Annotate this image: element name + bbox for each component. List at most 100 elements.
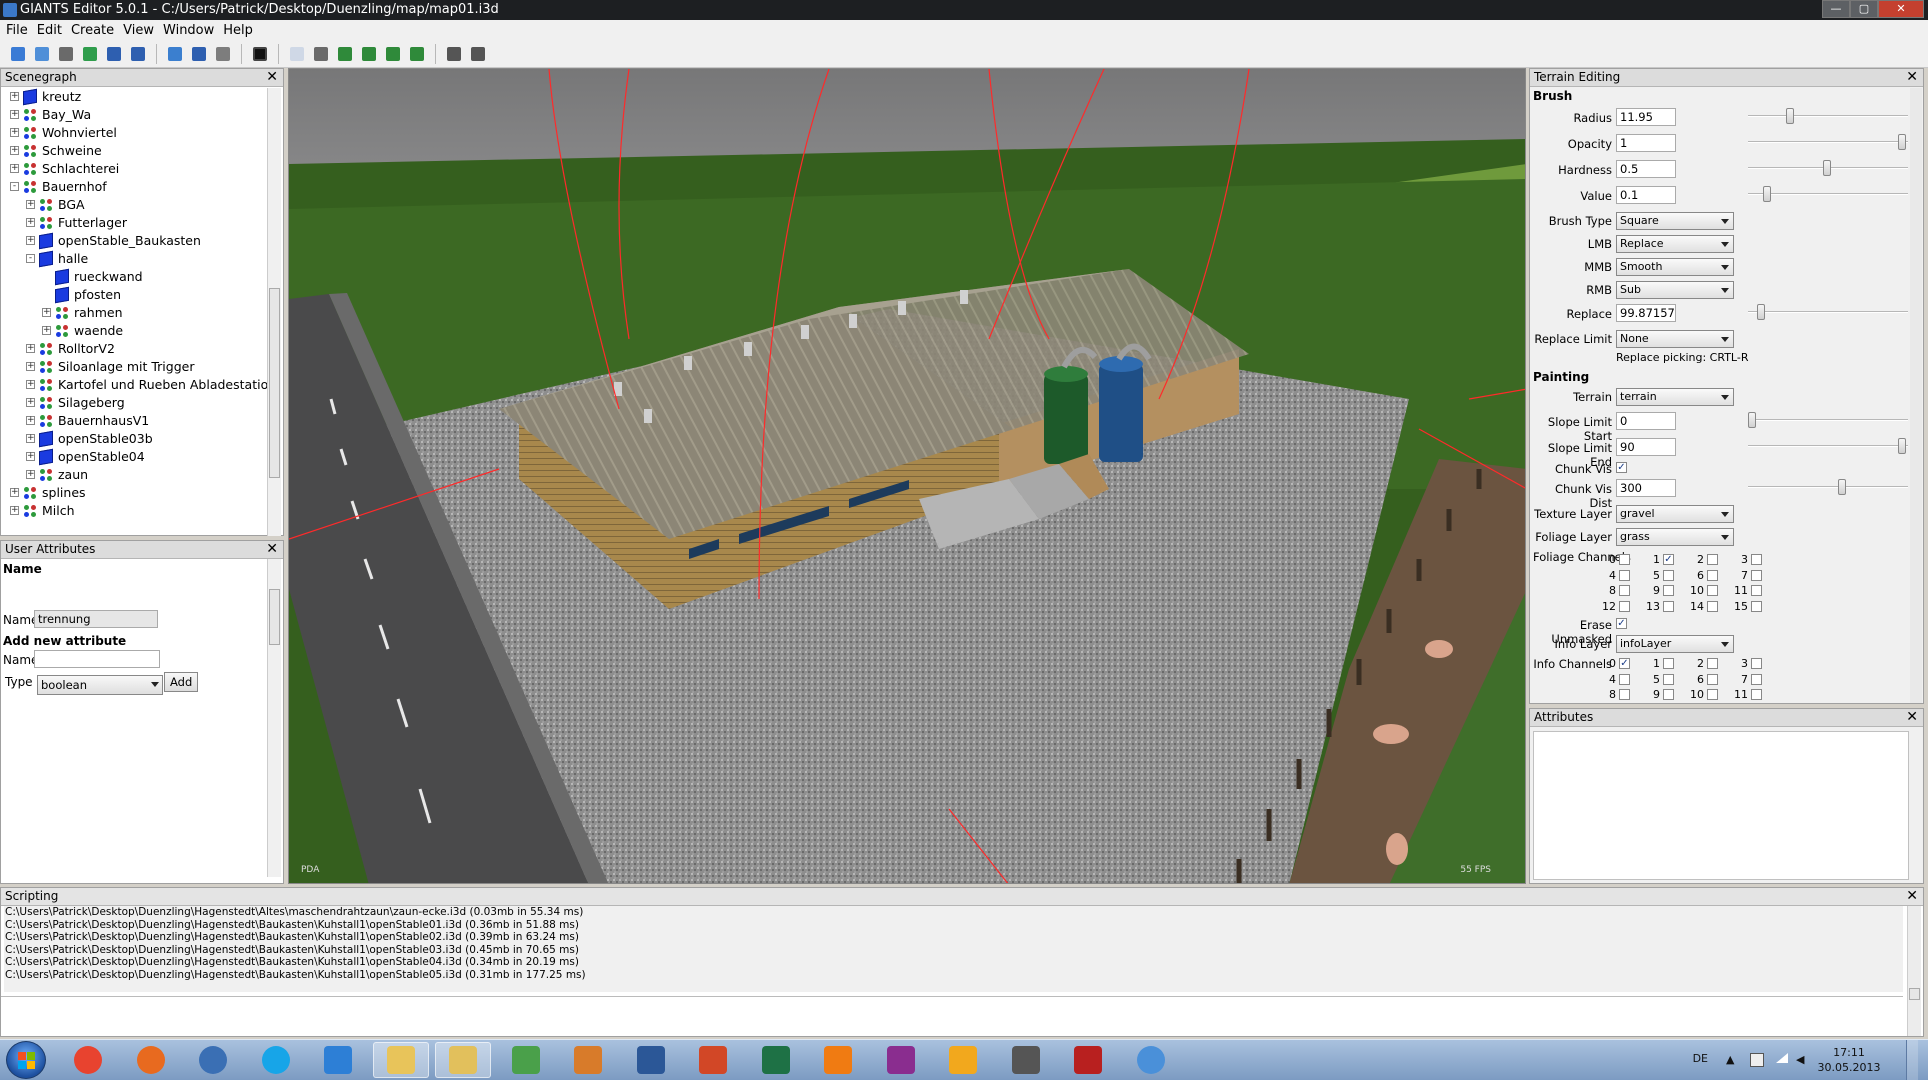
expand-icon[interactable]: + xyxy=(10,164,19,173)
chunk-vis-checkbox[interactable]: ✓ xyxy=(1616,462,1627,473)
tree-node[interactable]: + Futterlager xyxy=(1,214,267,232)
replace-slider[interactable] xyxy=(1748,303,1908,321)
texture-layer-select[interactable]: gravel xyxy=(1616,505,1734,523)
user-attributes-scrollbar[interactable] xyxy=(267,559,281,877)
slider-thumb[interactable] xyxy=(1898,134,1906,150)
close-icon[interactable]: ✕ xyxy=(1906,709,1918,726)
show-desktop-button[interactable] xyxy=(1906,1040,1918,1080)
spline-button[interactable] xyxy=(468,44,488,64)
explorer-taskbar-button[interactable] xyxy=(372,1042,429,1078)
info-layer-select[interactable]: infoLayer xyxy=(1616,635,1734,653)
slope-end-slider[interactable] xyxy=(1748,437,1908,455)
foliage-channel-checkbox[interactable] xyxy=(1707,585,1718,596)
tree-node[interactable]: + kreutz xyxy=(1,88,267,106)
menu-window[interactable]: Window xyxy=(163,23,223,38)
name-value-field[interactable]: trennung xyxy=(34,610,158,628)
expand-icon[interactable]: + xyxy=(42,308,51,317)
foliage-channel-checkbox[interactable] xyxy=(1663,600,1674,612)
powerpoint-taskbar-button[interactable] xyxy=(685,1042,741,1078)
rmb-select[interactable]: Sub xyxy=(1616,281,1734,299)
start-button[interactable] xyxy=(6,1041,46,1079)
new-attribute-name-input[interactable] xyxy=(34,650,160,668)
3d-viewport[interactable]: PDA 55 FPS xyxy=(288,68,1526,884)
foliage-channel-checkbox[interactable] xyxy=(1707,569,1718,581)
terrain-paint-button[interactable] xyxy=(359,44,379,64)
info-channel-checkbox[interactable] xyxy=(1663,689,1674,700)
tree-node[interactable]: + Kartofel und Rueben Abladestation xyxy=(1,376,276,394)
value-slider[interactable] xyxy=(1748,185,1908,203)
brush-type-select[interactable]: Square xyxy=(1616,212,1734,230)
foliage-channel-checkbox[interactable] xyxy=(1619,554,1630,565)
scripting-scrollbar[interactable] xyxy=(1907,906,1921,1036)
foliage-layer-select[interactable]: grass xyxy=(1616,528,1734,546)
terrain-smooth-button[interactable] xyxy=(383,44,403,64)
foliage-channel-checkbox[interactable] xyxy=(1751,600,1762,612)
info-channel-checkbox[interactable] xyxy=(1707,658,1718,669)
tree-node[interactable]: pfosten xyxy=(1,286,267,304)
save-button[interactable] xyxy=(104,44,124,64)
slider-thumb[interactable] xyxy=(1785,108,1794,124)
expand-icon[interactable]: + xyxy=(26,416,35,425)
opacity-slider[interactable] xyxy=(1748,133,1908,151)
action-center-icon[interactable] xyxy=(1750,1053,1764,1067)
winrar-taskbar-button[interactable] xyxy=(873,1042,929,1078)
slope-start-input[interactable]: 0 xyxy=(1616,412,1676,430)
expand-icon[interactable]: + xyxy=(10,146,19,155)
tree-node[interactable]: + openStable03b xyxy=(1,430,267,448)
scroll-thumb[interactable] xyxy=(1909,988,1920,1000)
radius-slider[interactable] xyxy=(1748,107,1908,125)
collapse-icon[interactable]: - xyxy=(26,254,35,263)
mmb-select[interactable]: Smooth xyxy=(1616,258,1734,276)
chunk-dist-slider[interactable] xyxy=(1748,478,1908,496)
select-mode-button[interactable] xyxy=(287,44,307,64)
expand-icon[interactable]: + xyxy=(26,344,35,353)
expand-icon[interactable]: + xyxy=(10,110,19,119)
tree-node[interactable]: + openStable_Baukasten xyxy=(1,232,267,250)
close-icon[interactable]: ✕ xyxy=(266,69,278,86)
foliage-paint-button[interactable] xyxy=(407,44,427,64)
info-channel-checkbox[interactable] xyxy=(1707,689,1718,700)
menu-view[interactable]: View xyxy=(123,23,163,38)
chart-app-taskbar-button[interactable] xyxy=(498,1042,554,1078)
reload-button[interactable] xyxy=(165,44,185,64)
expand-icon[interactable]: + xyxy=(42,326,51,335)
tree-node[interactable]: + Siloanlage mit Trigger xyxy=(1,358,267,376)
giants-editor-taskbar-button[interactable] xyxy=(435,1042,491,1078)
refresh-button[interactable] xyxy=(80,44,100,64)
foliage-channel-checkbox[interactable] xyxy=(1663,585,1674,596)
tree-node[interactable]: + Wohnviertel xyxy=(1,124,267,142)
volume-icon[interactable]: ◀ xyxy=(1796,1053,1810,1067)
value-input[interactable]: 0.1 xyxy=(1616,186,1676,204)
settings-button[interactable] xyxy=(444,44,464,64)
info-channel-checkbox[interactable] xyxy=(1663,673,1674,685)
foliage-channel-checkbox[interactable] xyxy=(1619,569,1630,581)
menu-file[interactable]: File xyxy=(6,23,37,38)
vlc-taskbar-button[interactable] xyxy=(810,1042,866,1078)
info-channel-checkbox[interactable] xyxy=(1751,673,1762,685)
hardness-input[interactable]: 0.5 xyxy=(1616,160,1676,178)
installer-taskbar-button[interactable] xyxy=(560,1042,616,1078)
thunderbird-taskbar-button[interactable] xyxy=(185,1042,241,1078)
attribute-type-select[interactable]: boolean xyxy=(37,675,163,695)
tree-node[interactable]: + BGA xyxy=(1,196,267,214)
foliage-channel-checkbox[interactable] xyxy=(1663,569,1674,581)
info-channel-checkbox[interactable]: ✓ xyxy=(1619,658,1630,669)
tree-node[interactable]: + BauernhausV1 xyxy=(1,412,267,430)
properties-button[interactable] xyxy=(56,44,76,64)
expand-icon[interactable]: + xyxy=(26,470,35,479)
clock[interactable]: 17:11 30.05.2013 xyxy=(1814,1045,1884,1075)
open-button[interactable] xyxy=(32,44,52,64)
tree-node[interactable]: + openStable04 xyxy=(1,448,267,466)
chrome-taskbar-button[interactable] xyxy=(60,1042,116,1078)
tree-node[interactable]: + splines xyxy=(1,484,267,502)
scroll-thumb[interactable] xyxy=(269,288,280,478)
info-channel-checkbox[interactable] xyxy=(1751,689,1762,700)
replace-input[interactable]: 99.87157 xyxy=(1616,304,1676,322)
expand-icon[interactable]: + xyxy=(10,128,19,137)
tree-node[interactable]: + Bay_Wa xyxy=(1,106,267,124)
tree-node[interactable]: rueckwand xyxy=(1,268,267,286)
tree-node[interactable]: + Schlachterei xyxy=(1,160,267,178)
expand-icon[interactable]: + xyxy=(26,398,35,407)
slider-thumb[interactable] xyxy=(1838,479,1846,495)
close-icon[interactable]: ✕ xyxy=(1906,888,1918,905)
